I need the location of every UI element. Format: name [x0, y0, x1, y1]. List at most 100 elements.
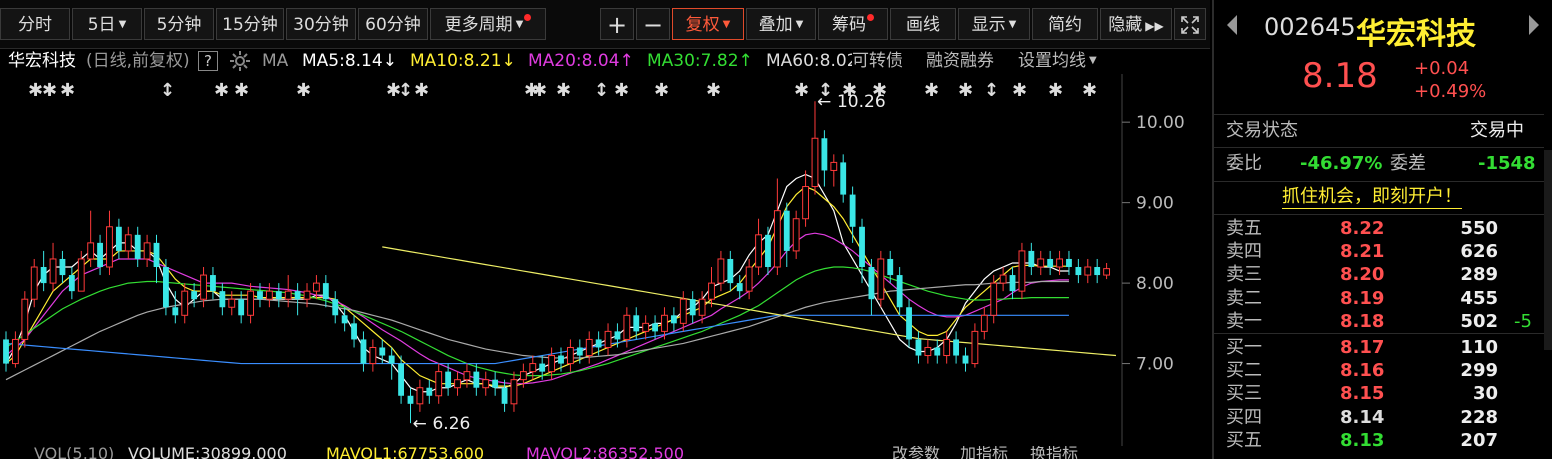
event-marker-icon[interactable]: ✱ — [654, 80, 669, 101]
candle-body — [68, 275, 75, 292]
period-15min-button[interactable]: 15分钟 — [216, 8, 284, 40]
event-marker-icon[interactable]: ✱ — [1012, 80, 1027, 101]
candle-body — [77, 258, 85, 292]
candle — [49, 242, 57, 292]
event-marker-icon[interactable]: ↕ — [984, 80, 999, 101]
next-stock-button[interactable] — [1528, 14, 1540, 40]
candle-body — [783, 210, 790, 251]
event-marker-icon[interactable]: ✱ — [1082, 80, 1097, 101]
candle-body — [877, 258, 885, 300]
ask-level-label: 卖四 — [1226, 241, 1262, 263]
event-marker-icon[interactable]: ✱ — [794, 80, 809, 101]
fullscreen-button[interactable] — [1174, 8, 1206, 40]
ma20-value: MA20:8.04↑ — [528, 48, 634, 74]
bid-row[interactable]: 买五 8.13 207 — [1224, 429, 1534, 452]
event-marker-icon[interactable]: ✱ — [924, 80, 939, 101]
event-marker-icon[interactable]: ✱ — [958, 80, 973, 101]
period-fenshi-button[interactable]: 分时 — [0, 8, 70, 40]
event-marker-icon[interactable]: ✱ — [1048, 80, 1063, 101]
ask-volume: 550 — [1460, 218, 1498, 239]
candle — [1084, 258, 1092, 284]
candle-body — [322, 283, 329, 300]
ask-row[interactable]: 卖五 8.22 550 — [1224, 217, 1534, 240]
ask-row[interactable]: 卖四 8.21 626 — [1224, 240, 1534, 263]
candle — [924, 339, 932, 364]
divider — [1214, 214, 1544, 215]
event-marker-icon[interactable]: ✱ — [60, 80, 75, 101]
candle — [238, 291, 245, 324]
convertible-bond-link[interactable]: 可转债 — [852, 48, 903, 74]
bid-volume: 110 — [1460, 337, 1498, 358]
event-markers: ✱✱ ✱ ↕ ✱ ✱ ✱ ✱↕ ✱ ✱✱ ✱ ↕ ✱ ✱ ✱ ✱ ↕ ✱ ✱ ✱ ✱ ↕ ✱ ✱ ✱ — [28, 80, 1097, 101]
candle — [435, 363, 443, 404]
candle-body — [595, 339, 602, 348]
candle — [40, 250, 47, 292]
candle — [11, 331, 19, 368]
switch-indicator-link[interactable]: 换指标 — [1030, 446, 1078, 459]
event-marker-icon[interactable]: ↕ — [398, 80, 413, 101]
ask-row[interactable]: 卖一 8.18 502 -5 — [1224, 310, 1534, 333]
open-account-link[interactable]: 抓住机会，即刻开户！ — [1282, 186, 1462, 209]
candle-body — [736, 283, 743, 292]
period-5day-button[interactable]: 5日 ▼ — [72, 8, 142, 40]
overlay-button[interactable]: 叠加 ▼ — [746, 8, 816, 40]
fuquan-button[interactable]: 复权 ▼ — [672, 8, 744, 40]
help-button[interactable]: ? — [198, 51, 218, 71]
ask-row[interactable]: 卖二 8.19 455 — [1224, 287, 1534, 310]
event-marker-icon[interactable]: ✱ — [614, 80, 629, 101]
bid-row[interactable]: 买四 8.14 228 — [1224, 406, 1534, 429]
change-params-link[interactable]: 改参数 — [892, 446, 940, 459]
display-button[interactable]: 显示 ▼ — [958, 8, 1030, 40]
divider — [1214, 181, 1544, 182]
bid-level-label: 买四 — [1226, 406, 1262, 428]
candle-body — [416, 387, 424, 405]
candle — [830, 154, 838, 187]
draw-line-button[interactable]: 画线 — [890, 8, 956, 40]
arrow-left-icon: ← — [817, 92, 831, 112]
event-marker-icon[interactable]: ✱ — [42, 80, 57, 101]
period-60min-button[interactable]: 60分钟 — [358, 8, 428, 40]
ma-settings-button[interactable]: 设置均线 ▼ — [1018, 48, 1097, 74]
weicha-value: -1548 — [1478, 153, 1536, 174]
event-marker-icon[interactable]: ✱ — [414, 80, 429, 101]
hide-button[interactable]: 隐藏 ▶▶ — [1100, 8, 1172, 40]
period-5min-button[interactable]: 5分钟 — [144, 8, 214, 40]
candle-body — [134, 234, 141, 259]
event-marker-icon[interactable]: ✱ — [706, 80, 721, 101]
event-marker-icon[interactable]: ✱ — [28, 80, 43, 101]
candle-body — [887, 258, 894, 276]
event-marker-icon[interactable]: ↕ — [160, 80, 175, 101]
candle — [1037, 250, 1045, 276]
zoom-in-button[interactable]: + — [600, 8, 634, 40]
bid-row[interactable]: 买二 8.16 299 — [1224, 359, 1534, 382]
side-scrollbar[interactable] — [1544, 150, 1552, 350]
candle-body — [519, 371, 527, 381]
prev-stock-button[interactable] — [1226, 14, 1238, 40]
add-indicator-link[interactable]: 加指标 — [960, 446, 1008, 459]
event-marker-icon[interactable]: ✱ — [532, 80, 547, 101]
candlestick-chart[interactable]: ✱✱ ✱ ↕ ✱ ✱ ✱ ✱↕ ✱ ✱✱ ✱ ↕ ✱ ✱ ✱ ✱ ↕ ✱ ✱ ✱ ✱ ↕ ✱ ✱ ✱ 10.00 9.00 8.00… — [0, 74, 1210, 446]
event-marker-icon[interactable]: ↕ — [594, 80, 609, 101]
ma-settings-label: 设置均线 — [1018, 51, 1086, 71]
event-marker-icon[interactable]: ✱ — [556, 80, 571, 101]
chips-button[interactable]: 筹码 — [818, 8, 888, 40]
more-periods-button[interactable]: 更多周期 ▼ — [430, 8, 546, 40]
candle-body — [313, 282, 320, 292]
bid-row[interactable]: 买三 8.15 30 — [1224, 382, 1534, 405]
bid-row[interactable]: 买一 8.17 110 — [1224, 336, 1534, 359]
event-marker-icon[interactable]: ✱ — [296, 80, 311, 101]
event-marker-icon[interactable]: ✱ — [214, 80, 229, 101]
ma60-value: MA60:8.02 — [766, 51, 852, 71]
candle — [162, 258, 169, 316]
simple-button[interactable]: 简约 — [1032, 8, 1098, 40]
candle-body — [576, 347, 583, 356]
ask-row[interactable]: 卖三 8.20 289 — [1224, 263, 1534, 286]
margin-trading-link[interactable]: 融资融券 — [926, 48, 994, 74]
double-chevron-right-icon: ▶▶ — [1145, 19, 1164, 33]
candle-body — [953, 339, 960, 356]
candle-body — [558, 355, 564, 364]
candle-body — [821, 138, 828, 171]
zoom-out-button[interactable]: − — [636, 8, 670, 40]
event-marker-icon[interactable]: ✱ — [234, 80, 249, 101]
period-30min-button[interactable]: 30分钟 — [286, 8, 356, 40]
